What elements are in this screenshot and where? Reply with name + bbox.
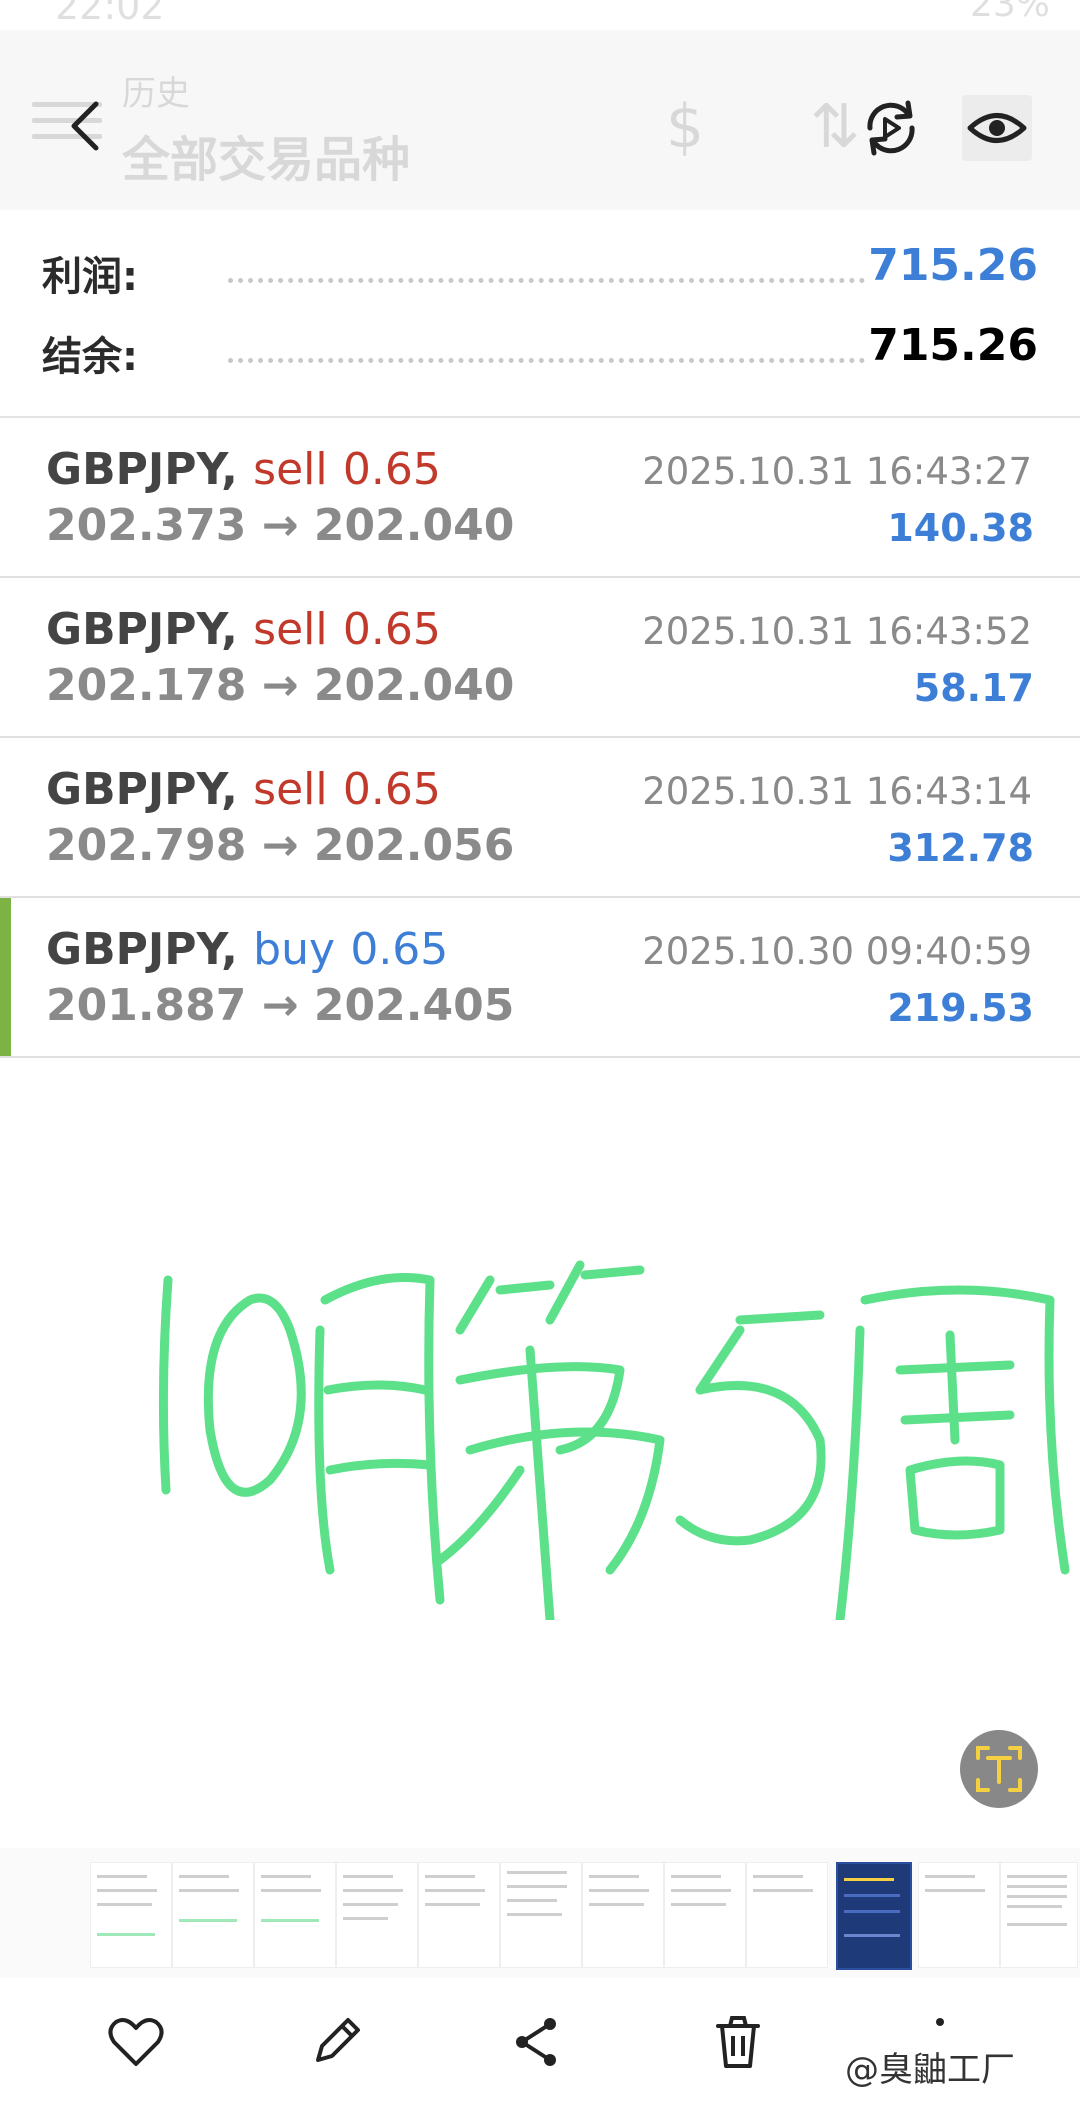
summary-panel: 利润: 715.26 结余: 715.26 <box>0 210 1080 418</box>
text-scan-icon <box>976 1746 1022 1792</box>
thumbnail[interactable] <box>582 1862 664 1968</box>
trade-prices: 202.178 → 202.040 <box>46 660 515 711</box>
trade-type: buy <box>253 924 335 975</box>
thumbnail[interactable] <box>90 1862 172 1968</box>
thumbnail[interactable] <box>918 1862 1000 1968</box>
buy-accent-bar <box>0 898 11 1056</box>
trade-time: 2025.10.31 16:43:52 <box>642 610 1032 653</box>
status-battery: 23% <box>969 0 1050 25</box>
trade-type: sell <box>253 444 328 495</box>
thumbnail[interactable] <box>664 1862 746 1968</box>
thumbnail[interactable] <box>254 1862 336 1968</box>
status-bar: 22:02 23% <box>0 0 1080 30</box>
replay-icon[interactable] <box>858 95 924 161</box>
trade-type: sell <box>253 764 328 815</box>
thumbnail[interactable] <box>1000 1862 1078 1968</box>
trade-profit: 140.38 <box>887 506 1034 550</box>
trade-volume: 0.65 <box>342 444 441 495</box>
eye-icon <box>967 113 1027 143</box>
eye-button[interactable] <box>962 95 1032 161</box>
trade-symbol: GBPJPY, <box>46 924 238 975</box>
trade-row[interactable]: GBPJPY, sell 0.65 202.798 → 202.056 2025… <box>0 738 1080 898</box>
status-time: 22:02 <box>55 0 165 28</box>
thumbnail[interactable] <box>336 1862 418 1968</box>
profit-label: 利润: <box>42 254 138 300</box>
trade-prices: 202.798 → 202.056 <box>46 820 515 871</box>
watermark: @臭鼬工厂 <box>845 2050 1015 2090</box>
back-arrow-icon[interactable] <box>60 96 120 156</box>
trade-volume: 0.65 <box>342 764 441 815</box>
trade-time: 2025.10.31 16:43:27 <box>642 450 1032 493</box>
balance-row: 结余: 715.26 <box>0 316 1080 386</box>
trade-prices: 202.373 → 202.040 <box>46 500 515 551</box>
trade-prices: 201.887 → 202.405 <box>46 980 515 1031</box>
dotted-leader <box>228 278 865 283</box>
trade-time: 2025.10.31 16:43:14 <box>642 770 1032 813</box>
share-icon[interactable] <box>506 2012 566 2072</box>
header-title: 全部交易品种 <box>122 132 411 188</box>
trade-symbol: GBPJPY, <box>46 444 238 495</box>
trade-profit: 312.78 <box>887 826 1034 870</box>
trade-volume: 0.65 <box>350 924 449 975</box>
profit-row: 利润: 715.26 <box>0 236 1080 306</box>
trade-type: sell <box>253 604 328 655</box>
thumbnail[interactable] <box>418 1862 500 1968</box>
thumbnail[interactable] <box>172 1862 254 1968</box>
handwritten-annotation <box>158 1260 1070 1620</box>
heart-icon[interactable] <box>106 2012 166 2072</box>
dotted-leader <box>228 358 865 363</box>
trade-volume: 0.65 <box>342 604 441 655</box>
trash-icon[interactable] <box>708 2012 768 2072</box>
balance-value: 715.26 <box>868 320 1038 371</box>
trade-row[interactable]: GBPJPY, sell 0.65 202.178 → 202.040 2025… <box>0 578 1080 738</box>
trade-row[interactable]: GBPJPY, sell 0.65 202.373 → 202.040 2025… <box>0 418 1080 578</box>
dollar-icon: $ <box>665 92 705 162</box>
text-recognition-button[interactable] <box>960 1730 1038 1808</box>
trade-profit: 58.17 <box>913 666 1034 710</box>
app-header: 历史 全部交易品种 $ ⇅ <box>0 30 1080 210</box>
trade-symbol: GBPJPY, <box>46 764 238 815</box>
thumbnail-strip <box>0 1848 1080 1978</box>
header-subtitle: 历史 <box>122 74 190 114</box>
thumbnail[interactable] <box>746 1862 828 1968</box>
trade-time: 2025.10.30 09:40:59 <box>642 930 1032 973</box>
balance-label: 结余: <box>42 334 138 380</box>
thumbnail[interactable] <box>500 1862 582 1968</box>
trade-profit: 219.53 <box>887 986 1034 1030</box>
thumbnail-selected[interactable] <box>836 1862 912 1970</box>
trade-row[interactable]: GBPJPY, buy 0.65 201.887 → 202.405 2025.… <box>0 898 1080 1058</box>
trade-symbol: GBPJPY, <box>46 604 238 655</box>
profit-value: 715.26 <box>868 240 1038 291</box>
edit-icon[interactable] <box>306 2012 366 2072</box>
